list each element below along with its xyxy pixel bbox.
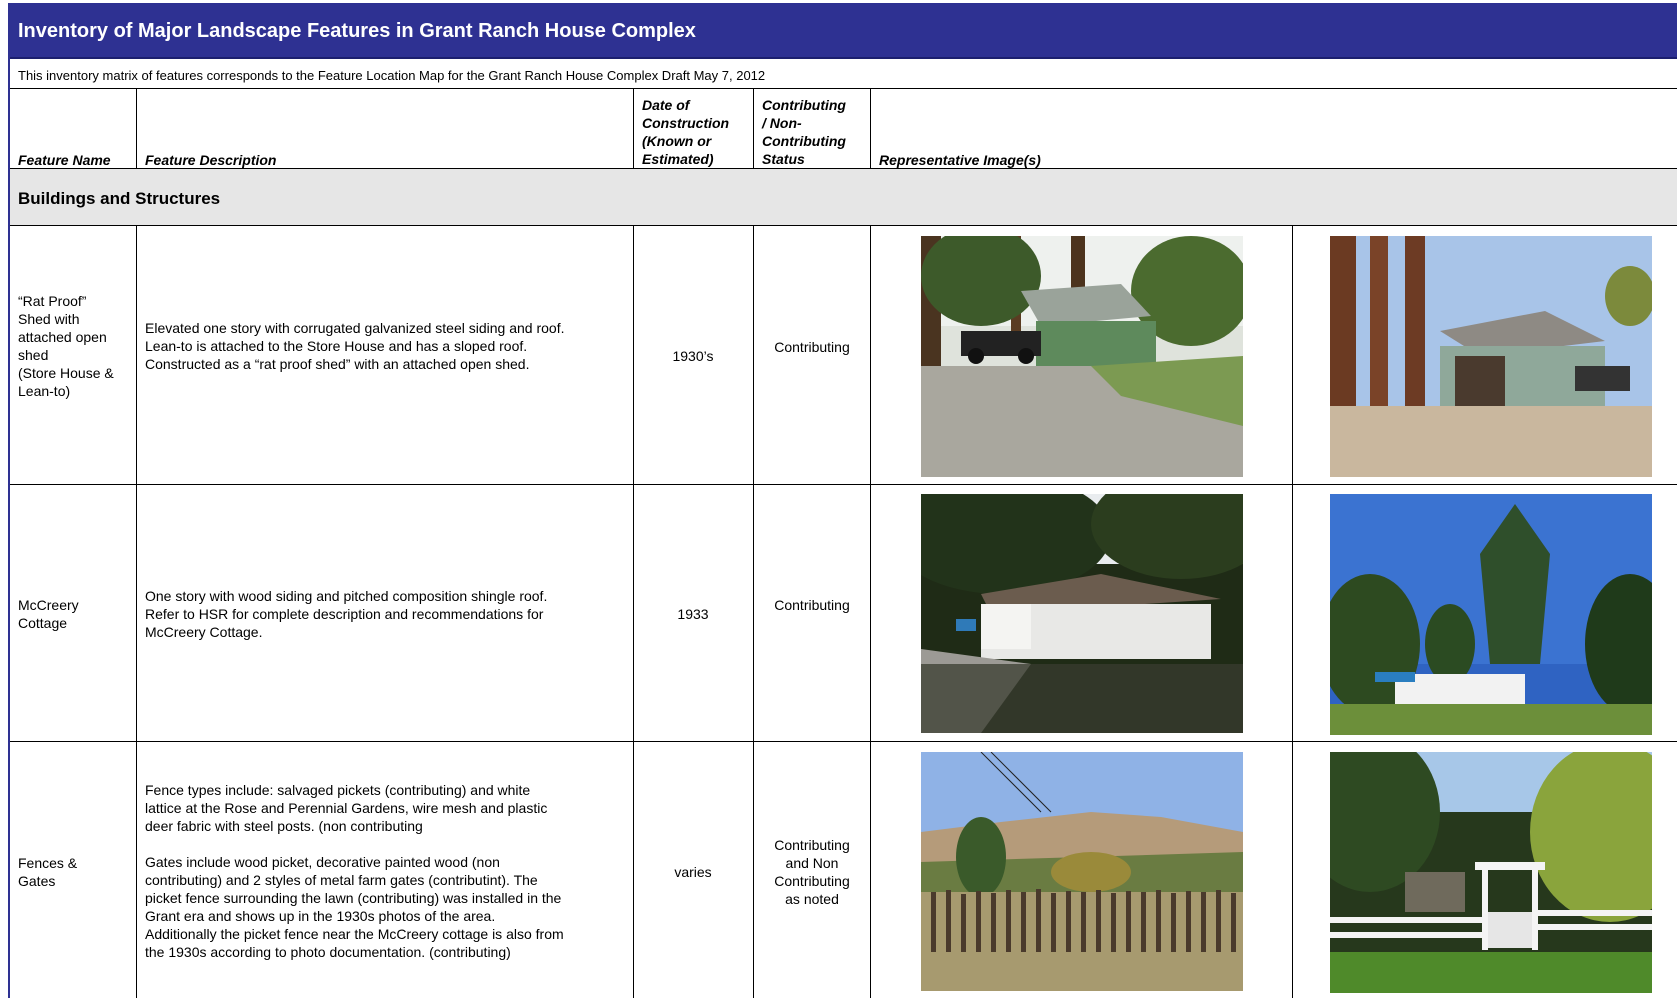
feature-name-line: McCreery (18, 597, 79, 613)
column-divider (870, 226, 871, 998)
photo-shed-front (921, 236, 1243, 477)
column-divider (753, 89, 754, 169)
description-line: Fence types include: salvaged pickets (c… (145, 782, 531, 798)
header-status: Contributing / Non- Contributing Status (762, 96, 846, 168)
header-date-line: Date of (642, 97, 690, 113)
feature-name-line: Lean-to) (18, 383, 71, 399)
header-status-line: Contributing (762, 97, 846, 113)
feature-name-line: (Store House & (18, 365, 114, 381)
feature-description-cell: One story with wood siding and pitched c… (145, 587, 631, 641)
column-divider (136, 89, 137, 169)
column-divider (633, 89, 634, 169)
photo-mccreery-cottage-front (921, 494, 1243, 733)
feature-name-cell: “Rat Proof” Shed with attached open shed… (18, 292, 134, 400)
header-images: Representative Image(s) (879, 152, 1041, 168)
feature-name-line: Gates (18, 873, 56, 889)
header-date-line: Estimated) (642, 151, 714, 167)
description-line: contributing) and 2 styles of metal farm… (145, 872, 538, 888)
header-date-line: (Known or (642, 133, 712, 149)
description-line: the 1930s according to photo documentati… (145, 944, 511, 960)
feature-name-line: Fences & (18, 855, 78, 871)
feature-name-line: Shed with (18, 311, 80, 327)
feature-description-cell: Fence types include: salvaged pickets (c… (145, 781, 631, 961)
title-bar: Inventory of Major Landscape Features in… (10, 3, 1677, 59)
page-title: Inventory of Major Landscape Features in… (18, 20, 696, 42)
feature-name-cell: Fences & Gates (18, 854, 134, 890)
section-header: Buildings and Structures (10, 169, 1677, 226)
description-line: lattice at the Rose and Perennial Garden… (145, 800, 548, 816)
column-divider (136, 226, 137, 998)
row-divider (10, 484, 1677, 485)
description-line: Grant era and shows up in the 1930s phot… (145, 908, 496, 924)
status-line: and Non (785, 855, 839, 871)
feature-name-line: “Rat Proof” (18, 293, 87, 309)
description-blank-line (145, 835, 631, 853)
column-divider (753, 226, 754, 998)
date-cell: 1930’s (672, 348, 714, 364)
photo-mccreery-cottage-distant (1330, 494, 1652, 735)
column-divider (1292, 226, 1293, 998)
description-line: McCreery Cottage. (145, 624, 263, 640)
status-cell: Contributing (756, 596, 868, 614)
description-line: Constructed as a “rat proof shed” with a… (145, 356, 530, 372)
description-line: One story with wood siding and pitched c… (145, 588, 548, 604)
status-cell: Contributing and Non Contributing as not… (756, 836, 868, 908)
header-feature-description: Feature Description (145, 152, 277, 168)
status-cell: Contributing (756, 338, 868, 356)
date-cell: varies (674, 864, 712, 880)
date-cell: 1933 (677, 606, 709, 622)
status-line: Contributing (774, 339, 850, 355)
description-line: Additionally the picket fence near the M… (145, 926, 564, 942)
status-line: Contributing (774, 597, 850, 613)
description-line: deer fabric with steel posts. (non contr… (145, 818, 423, 834)
feature-name-line: shed (18, 347, 49, 363)
header-status-line: / Non- (762, 115, 802, 131)
status-line: as noted (785, 891, 839, 907)
status-line: Contributing (774, 837, 850, 853)
photo-shed-side (1330, 236, 1652, 477)
header-status-line: Contributing (762, 133, 846, 149)
subtitle-text: This inventory matrix of features corres… (18, 68, 766, 83)
header-feature-name: Feature Name (18, 152, 111, 168)
photo-picket-fence (921, 752, 1243, 991)
column-divider (633, 226, 634, 998)
status-line: Contributing (774, 873, 850, 889)
subtitle-row: This inventory matrix of features corres… (10, 61, 1677, 89)
column-divider (870, 89, 871, 169)
feature-name-cell: McCreery Cottage (18, 596, 134, 632)
row-divider (10, 741, 1677, 742)
photo-white-gate (1330, 752, 1652, 993)
description-line: Gates include wood picket, decorative pa… (145, 854, 500, 870)
header-status-line: Status (762, 151, 805, 167)
header-date-line: Construction (642, 115, 730, 131)
header-date: Date of Construction (Known or Estimated… (642, 96, 729, 168)
description-line: Lean-to is attached to the Store House a… (145, 338, 528, 354)
description-line: Refer to HSR for complete description an… (145, 606, 544, 622)
description-line: picket fence surrounding the lawn (contr… (145, 890, 562, 906)
feature-description-cell: Elevated one story with corrugated galva… (145, 319, 631, 373)
feature-name-line: attached open (18, 329, 107, 345)
description-line: Elevated one story with corrugated galva… (145, 320, 565, 336)
feature-name-line: Cottage (18, 615, 68, 631)
section-title: Buildings and Structures (18, 189, 221, 208)
